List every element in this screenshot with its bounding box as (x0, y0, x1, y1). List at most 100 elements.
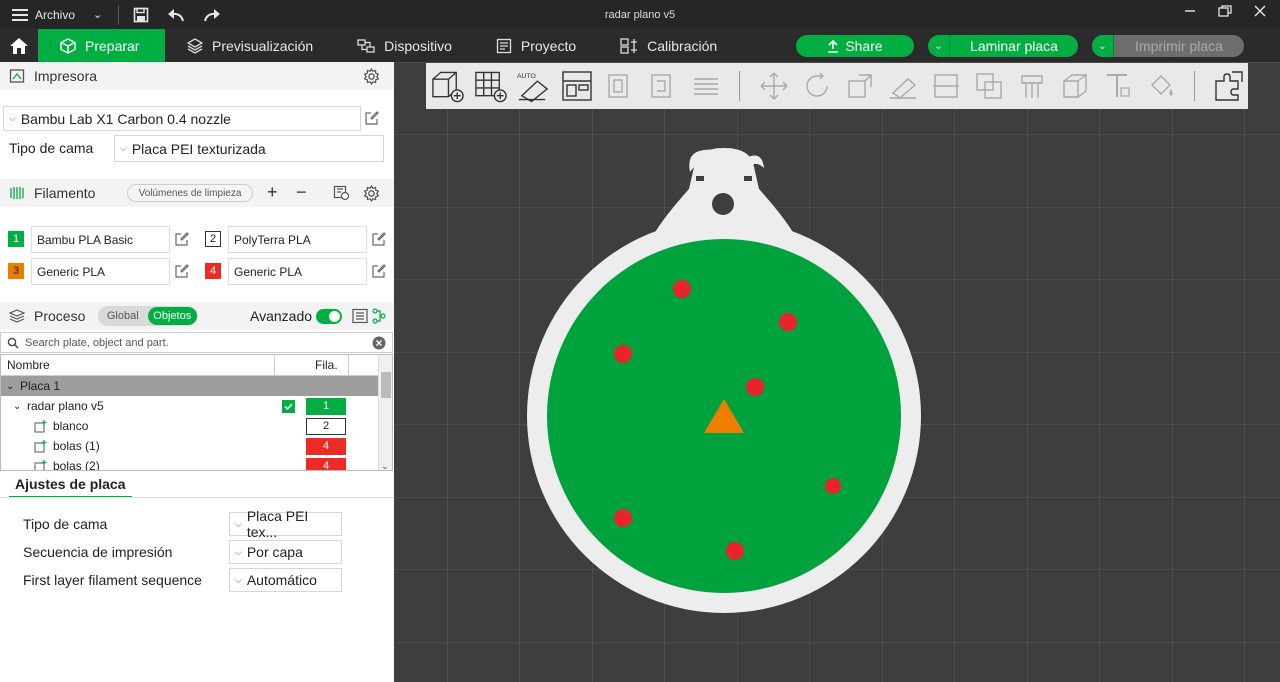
tab-label: Calibración (647, 37, 718, 54)
chevron-down-icon[interactable]: ⌄ (381, 461, 389, 470)
home-button[interactable] (0, 29, 38, 62)
toggle-global[interactable]: Global (98, 310, 148, 322)
remove-filament-button[interactable]: − (296, 182, 307, 203)
gear-icon[interactable] (363, 185, 380, 202)
print-sequence-label: Secuencia de impresión (23, 544, 173, 560)
auto-orient-button[interactable]: AUTO (516, 69, 551, 104)
add-object-button[interactable] (430, 69, 465, 104)
lay-on-face-tool[interactable] (885, 69, 920, 104)
edit-icon[interactable] (175, 232, 189, 246)
chevron-down-icon[interactable]: ⌄ (1092, 35, 1114, 57)
tree-row-label: Placa 1 (20, 379, 61, 393)
filament-slot-3-name[interactable]: Generic PLA (31, 258, 170, 285)
filament-icon (9, 185, 25, 201)
move-tool[interactable] (756, 69, 791, 104)
lay-on-face-icon (889, 78, 916, 99)
filament-index-badge[interactable]: 4 (306, 437, 346, 455)
save-icon[interactable] (133, 7, 149, 23)
edit-icon[interactable] (372, 264, 386, 278)
checkbox-icon[interactable] (282, 400, 295, 413)
tree-row-plate[interactable]: ⌄ Placa 1 (1, 376, 392, 396)
slice-label: Laminar placa (970, 38, 1058, 54)
sync-ams-icon[interactable] (333, 185, 350, 201)
tab-project[interactable]: Proyecto (474, 29, 598, 62)
filament-slot-2-badge[interactable]: 2 (205, 231, 221, 247)
build-plate-grid (394, 62, 1280, 682)
assembly-view-button[interactable] (1211, 69, 1246, 104)
tree-row-part[interactable]: blanco 2 (1, 416, 392, 436)
print-plate-button[interactable]: ⌄ Imprimir placa (1092, 35, 1244, 57)
gear-icon[interactable] (363, 68, 380, 85)
rotate-tool[interactable] (799, 69, 834, 104)
scale-tool[interactable] (842, 69, 877, 104)
chevron-down-icon[interactable]: ⌄ (6, 381, 14, 392)
object-search-input[interactable]: Search plate, object and part. (0, 332, 393, 353)
divider (739, 71, 740, 101)
arrange-button[interactable] (559, 69, 594, 104)
layers-button[interactable] (688, 69, 723, 104)
tab-calibration[interactable]: Calibración (598, 29, 739, 62)
bed-type-select[interactable]: ⌵ Placa PEI texturizada (114, 135, 384, 162)
filament-index-badge[interactable]: 4 (306, 457, 346, 470)
split-parts-button[interactable] (645, 69, 680, 104)
filament-slot-2-name[interactable]: PolyTerra PLA (228, 226, 367, 253)
chevron-down-icon[interactable]: ⌄ (13, 401, 21, 412)
scrollbar-thumb[interactable] (381, 372, 391, 398)
process-scope-toggle[interactable]: Global Objetos (98, 306, 198, 326)
tab-prepare[interactable]: Preparar (38, 29, 165, 62)
purge-volumes-button[interactable]: Volúmenes de limpieza (127, 184, 253, 202)
undo-icon[interactable] (167, 8, 185, 22)
redo-icon[interactable] (203, 8, 221, 22)
clear-search-icon[interactable] (372, 336, 386, 350)
first-layer-sequence-select[interactable]: ⌵ Automático (229, 568, 342, 592)
share-button[interactable]: Share (796, 35, 914, 57)
filament-slot-1-badge[interactable]: 1 (8, 231, 24, 247)
boolean-tool[interactable] (971, 69, 1006, 104)
printer-preset-select[interactable]: ⌵ Bambu Lab X1 Carbon 0.4 nozzle (3, 106, 361, 131)
search-icon (7, 337, 19, 349)
add-plate-button[interactable] (473, 69, 508, 104)
tab-preview[interactable]: Previsualización (165, 29, 335, 62)
filament-index-badge[interactable]: 1 (306, 397, 346, 415)
slice-plate-button[interactable]: ⌄ Laminar placa (928, 35, 1078, 57)
chevron-down-icon: ⌵ (120, 143, 127, 153)
filament-slot-4-name[interactable]: Generic PLA (228, 258, 367, 285)
minimize-icon[interactable] (1184, 5, 1196, 17)
filament-index-badge[interactable]: 2 (306, 417, 346, 435)
print-sequence-value: Por capa (246, 544, 303, 560)
text-tool[interactable] (1100, 69, 1135, 104)
cut-tool[interactable] (928, 69, 963, 104)
tree-row-part[interactable]: bolas (1) 4 (1, 436, 392, 456)
seam-paint-tool[interactable] (1057, 69, 1092, 104)
color-paint-tool[interactable] (1143, 69, 1178, 104)
add-filament-button[interactable]: + (267, 182, 278, 203)
filament-slot-1-name[interactable]: Bambu PLA Basic (31, 226, 170, 253)
toggle-objects[interactable]: Objetos (147, 307, 197, 325)
tab-plate-settings[interactable]: Ajustes de placa (9, 476, 132, 498)
advanced-switch[interactable] (316, 309, 342, 324)
bed-type-label: Tipo de cama (9, 140, 94, 156)
split-objects-button[interactable] (602, 69, 637, 104)
support-paint-tool[interactable] (1014, 69, 1049, 104)
object-settings-icon[interactable] (372, 308, 386, 324)
chevron-down-icon[interactable]: ⌄ (928, 35, 950, 57)
plate-bed-type-select[interactable]: ⌵ Placa PEI tex... (229, 508, 342, 540)
filament-slot-3-badge[interactable]: 3 (8, 263, 24, 279)
restore-icon[interactable] (1218, 5, 1232, 17)
edit-icon[interactable] (365, 111, 379, 125)
file-menu[interactable]: Archivo ⌄ (0, 0, 102, 29)
col-name-header[interactable]: Nombre (7, 358, 50, 372)
list-view-icon[interactable] (352, 308, 368, 324)
tree-scrollbar[interactable]: ⌄ (378, 355, 392, 470)
print-sequence-select[interactable]: ⌵ Por capa (229, 540, 342, 564)
tree-row-part[interactable]: bolas (2) 4 (1, 456, 392, 470)
tree-row-object[interactable]: ⌄ radar plano v5 1 (1, 396, 392, 416)
close-icon[interactable] (1254, 5, 1266, 17)
edit-icon[interactable] (372, 232, 386, 246)
tab-device[interactable]: Dispositivo (335, 29, 474, 62)
chevron-down-icon[interactable]: ⌄ (93, 8, 102, 21)
edit-icon[interactable] (175, 264, 189, 278)
filament-slot-4-badge[interactable]: 4 (205, 263, 221, 279)
col-filament-header[interactable]: Fila. (315, 358, 338, 372)
build-plate-viewport[interactable] (394, 62, 1280, 682)
